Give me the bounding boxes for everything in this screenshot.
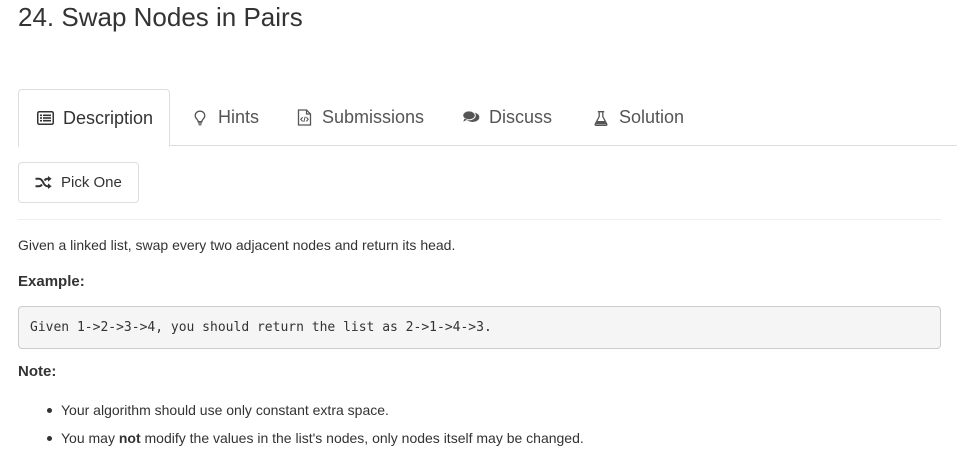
- tab-hints[interactable]: Hints: [191, 89, 259, 146]
- tab-solution[interactable]: Solution: [592, 89, 684, 146]
- tab-description[interactable]: Description: [18, 89, 170, 147]
- pick-one-label: Pick One: [61, 174, 122, 191]
- problem-description: Given a linked list, swap every two adja…: [18, 237, 456, 253]
- note-text: Your algorithm should use only constant …: [61, 402, 389, 418]
- note-emphasis: not: [118, 430, 141, 446]
- tab-solution-label: Solution: [619, 107, 685, 127]
- code-file-icon: [295, 109, 313, 127]
- problem-tabs: Description Hints Submissions Discuss So…: [18, 89, 957, 147]
- page-title: 24. Swap Nodes in Pairs: [18, 2, 303, 32]
- flask-icon: [592, 109, 610, 127]
- tab-submissions[interactable]: Submissions: [295, 89, 424, 146]
- lightbulb-icon: [191, 109, 209, 127]
- tab-discuss[interactable]: Discuss: [462, 89, 552, 146]
- tab-discuss-label: Discuss: [489, 107, 553, 127]
- notes-list: Your algorithm should use only constant …: [47, 401, 584, 457]
- list-item: Your algorithm should use only constant …: [47, 401, 584, 429]
- note-text-suffix: modify the values in the list's nodes, o…: [140, 430, 584, 446]
- note-text-prefix: You may: [61, 430, 119, 446]
- example-heading: Example:: [18, 273, 85, 290]
- list-item: You may not modify the values in the lis…: [47, 429, 584, 457]
- content-divider: [18, 219, 941, 220]
- tab-hints-label: Hints: [218, 107, 260, 127]
- example-code-text: Given 1->2->3->4, you should return the …: [30, 320, 492, 335]
- tab-description-label: Description: [63, 107, 154, 128]
- note-heading: Note:: [18, 363, 57, 380]
- description-icon: [36, 109, 54, 127]
- pick-one-button[interactable]: Pick One: [18, 162, 139, 203]
- shuffle-icon: [35, 176, 52, 189]
- comments-icon: [462, 109, 480, 127]
- tab-submissions-label: Submissions: [322, 107, 425, 127]
- example-code-block: Given 1->2->3->4, you should return the …: [18, 306, 941, 349]
